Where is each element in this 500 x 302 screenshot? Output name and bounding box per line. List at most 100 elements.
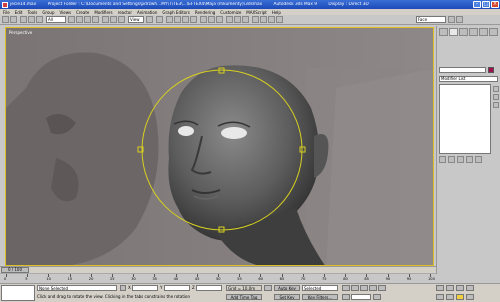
time-slider[interactable]: 0 / 100 [0, 266, 436, 273]
menu-edit[interactable]: Edit [15, 10, 23, 15]
object-color-swatch[interactable] [488, 67, 494, 73]
selection-filter-dropdown[interactable]: All [46, 16, 66, 23]
create-tab-icon[interactable] [439, 28, 448, 36]
spinner-snap-icon[interactable] [190, 16, 197, 23]
x-coordinate-field[interactable] [132, 285, 158, 291]
menu-file[interactable]: File [3, 10, 10, 15]
pan-view-icon[interactable] [446, 294, 454, 300]
key-mode-toggle-icon[interactable] [342, 294, 350, 300]
curve-editor-icon[interactable] [234, 16, 241, 23]
layer-manager-icon[interactable] [226, 16, 233, 23]
zoom-extents-icon[interactable] [456, 285, 464, 291]
active-shade-icon[interactable] [456, 16, 463, 23]
minimize-button[interactable]: – [473, 1, 481, 8]
viewport-label[interactable]: Perspective [9, 30, 32, 35]
select-scale-icon[interactable] [118, 16, 125, 23]
object-name-field[interactable] [439, 67, 486, 73]
select-link-icon[interactable] [20, 16, 27, 23]
render-scene-icon[interactable] [260, 16, 267, 23]
auto-key-button[interactable]: Auto Key [274, 285, 300, 291]
perspective-viewport[interactable]: Perspective [5, 27, 434, 266]
modifier-stack[interactable] [439, 84, 491, 154]
modifier-list-dropdown[interactable]: Modifier List [439, 76, 498, 82]
previous-frame-icon[interactable] [351, 285, 359, 291]
menu-help[interactable]: Help [272, 10, 281, 15]
align-icon[interactable] [216, 16, 223, 23]
edit-named-selection-icon[interactable] [200, 16, 207, 23]
play-icon[interactable] [360, 285, 368, 291]
undo-icon[interactable] [2, 16, 9, 23]
reference-coordinate-dropdown[interactable]: View [128, 16, 144, 23]
maxscript-listener[interactable] [1, 285, 35, 301]
key-filters-button[interactable]: Key Filters... [302, 294, 338, 300]
select-object-icon[interactable] [68, 16, 75, 23]
window-crossing-icon[interactable] [92, 16, 99, 23]
menu-views[interactable]: Views [60, 10, 72, 15]
remove-modifier-icon[interactable] [466, 156, 473, 163]
field-of-view-icon[interactable] [436, 294, 444, 300]
menu-group[interactable]: Group [42, 10, 54, 15]
key-set-dropdown[interactable]: Selected [302, 285, 338, 291]
zoom-icon[interactable] [436, 285, 444, 291]
maximize-viewport-icon[interactable] [466, 294, 474, 300]
render-type-icon[interactable] [276, 16, 283, 23]
mirror-icon[interactable] [208, 16, 215, 23]
unlink-icon[interactable] [28, 16, 35, 23]
select-by-name-icon[interactable] [76, 16, 83, 23]
display-tab-icon[interactable] [479, 28, 488, 36]
render-last-icon[interactable] [448, 16, 455, 23]
y-coordinate-field[interactable] [164, 285, 190, 291]
snaps-toggle-icon[interactable] [166, 16, 173, 23]
hierarchy-tab-icon[interactable] [459, 28, 468, 36]
pivot-center-icon[interactable] [146, 16, 153, 23]
bind-space-warp-icon[interactable] [36, 16, 43, 23]
lock-selection-icon[interactable] [120, 285, 126, 291]
show-end-result-icon[interactable] [448, 156, 455, 163]
configure-modifier-sets-icon[interactable] [475, 156, 482, 163]
select-move-icon[interactable] [102, 16, 109, 23]
time-configuration-icon[interactable] [373, 294, 381, 300]
modify-tab-icon[interactable] [449, 28, 458, 36]
app-icon[interactable] [2, 1, 8, 8]
stack-side-button[interactable] [493, 94, 499, 100]
angle-snap-icon[interactable] [174, 16, 181, 23]
zoom-all-icon[interactable] [446, 285, 454, 291]
current-frame-field[interactable] [351, 294, 371, 300]
select-rotate-icon[interactable] [110, 16, 117, 23]
menu-maxscript[interactable]: MAXScript [246, 10, 267, 15]
z-coordinate-field[interactable] [196, 285, 222, 291]
menu-tools[interactable]: Tools [27, 10, 37, 15]
go-to-start-icon[interactable] [342, 285, 350, 291]
percent-snap-icon[interactable] [182, 16, 189, 23]
set-key-button[interactable]: Set Key [274, 294, 300, 300]
key-mode-icon[interactable] [264, 285, 272, 291]
material-editor-icon[interactable] [252, 16, 259, 23]
go-to-end-icon[interactable] [378, 285, 386, 291]
menu-reactor[interactable]: reactor [118, 10, 132, 15]
utilities-tab-icon[interactable] [489, 28, 498, 36]
maximize-button[interactable]: □ [482, 1, 490, 8]
rect-selection-icon[interactable] [84, 16, 91, 23]
quick-render-icon[interactable] [268, 16, 275, 23]
redo-icon[interactable] [10, 16, 17, 23]
pin-stack-icon[interactable] [439, 156, 446, 163]
menu-animation[interactable]: Animation [137, 10, 157, 15]
next-frame-icon[interactable] [369, 285, 377, 291]
arc-rotate-icon[interactable] [456, 294, 464, 300]
named-selection-set-dropdown[interactable]: Face [416, 16, 446, 23]
track-tick-label: 85 [364, 277, 369, 281]
menu-create[interactable]: Create [76, 10, 89, 15]
make-unique-icon[interactable] [457, 156, 464, 163]
stack-side-button[interactable] [493, 86, 499, 92]
add-time-tag-button[interactable]: Add Time Tag [226, 294, 262, 300]
menu-customize[interactable]: Customize [220, 10, 241, 15]
stack-side-button[interactable] [493, 102, 499, 108]
close-button[interactable]: × [491, 1, 499, 8]
select-manipulate-icon[interactable] [156, 16, 163, 23]
zoom-extents-all-icon[interactable] [466, 285, 474, 291]
menu-graph-editors[interactable]: Graph Editors [162, 10, 189, 15]
menu-modifiers[interactable]: Modifiers [94, 10, 112, 15]
menu-rendering[interactable]: Rendering [195, 10, 215, 15]
schematic-view-icon[interactable] [242, 16, 249, 23]
motion-tab-icon[interactable] [469, 28, 478, 36]
